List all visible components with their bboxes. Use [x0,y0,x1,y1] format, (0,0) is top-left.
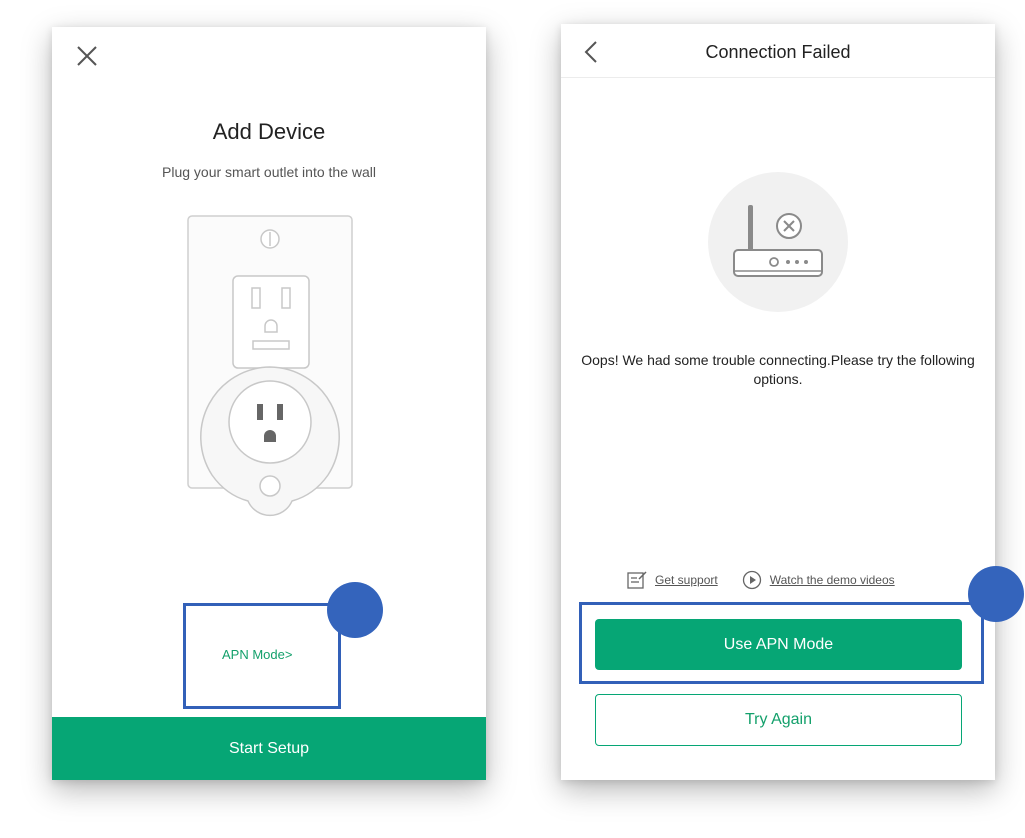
annotation-marker [327,582,383,638]
page-title: Connection Failed [705,42,851,62]
start-setup-button[interactable]: Start Setup [52,717,486,780]
play-icon [742,570,761,590]
try-again-button[interactable]: Try Again [595,694,962,746]
nav-bar: Connection Failed [561,24,995,78]
page-title: Add Device [212,119,326,144]
annotation-marker [968,566,1024,622]
help-links: Get support Watch the demo videos [627,570,895,590]
watch-demo-link[interactable]: Watch the demo videos [742,570,895,590]
highlight-box-use-apn [579,602,984,684]
smart-outlet-illustration [185,214,355,539]
router-error-icon [708,172,848,312]
get-support-label: Get support [655,573,718,587]
watch-demo-label: Watch the demo videos [769,573,895,587]
highlight-box-apn-link [183,603,341,709]
page-subtitle: Plug your smart outlet into the wall [162,164,376,180]
error-message: Oops! We had some trouble connecting.Ple… [581,352,975,387]
close-icon[interactable] [74,43,100,69]
get-support-link[interactable]: Get support [627,571,718,589]
edit-note-icon [627,571,647,589]
